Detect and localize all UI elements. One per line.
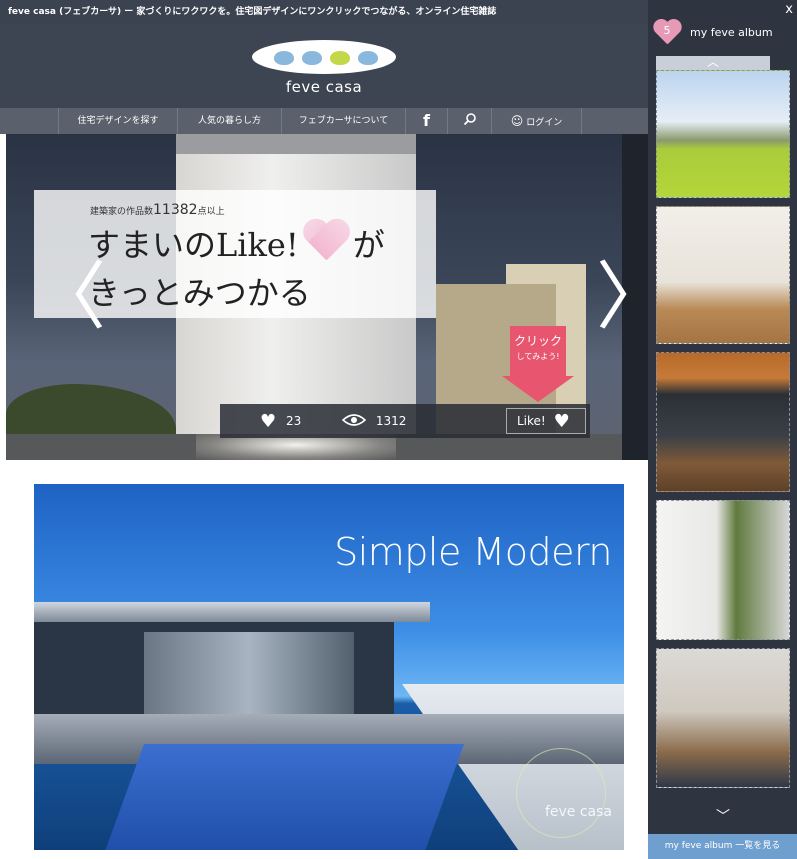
like-count: 23 xyxy=(285,414,302,428)
heart-icon: ♥ xyxy=(260,411,277,432)
logo-bean-3 xyxy=(330,51,350,65)
like-button[interactable]: Like! ♥ xyxy=(506,408,586,434)
facebook-icon[interactable]: f xyxy=(406,108,448,134)
hero-count: 11382 xyxy=(153,202,198,218)
main-column: feve casa (フェブカーサ) ー 家づくりにワクワクを。住宅図デザインに… xyxy=(0,0,648,859)
click-arrow xyxy=(502,376,574,402)
hero-headline-1: すまいのLike! が xyxy=(88,220,385,266)
thumb-house-field[interactable] xyxy=(656,70,790,198)
thumb-dining[interactable] xyxy=(656,648,790,788)
nav-login[interactable]: ☺ ログイン xyxy=(492,108,582,134)
scroll-up-icon[interactable]: ︿ xyxy=(656,56,770,70)
click-sub: してみよう! xyxy=(516,352,560,361)
hero-line1-a: すまいのLike! xyxy=(88,226,299,264)
click-label: クリック xyxy=(513,334,562,348)
like-count-group: ♥ 23 xyxy=(260,404,301,438)
view-count-group: 1312 xyxy=(341,404,407,438)
heart-icon xyxy=(301,220,351,262)
logo-bubble xyxy=(252,40,396,74)
watermark-circle xyxy=(516,748,606,838)
banner-title: Simple Modern xyxy=(334,530,612,574)
logo-bean-4 xyxy=(358,51,378,65)
album-title: my feve album xyxy=(690,26,773,39)
click-prompt[interactable]: クリック してみよう! xyxy=(502,326,574,406)
eye-icon xyxy=(341,414,367,426)
thumb-interior-wood[interactable] xyxy=(656,206,790,344)
hero-count-suffix: 点以上 xyxy=(197,207,225,217)
logo-text: feve casa xyxy=(285,78,363,96)
hero-slider: 建築家の作品数11382点以上 すまいのLike! が きっとみつかる 〈 〉 ク… xyxy=(6,134,648,460)
hero-line1-b: が xyxy=(352,226,385,264)
banner-glass xyxy=(144,632,354,714)
nav-search-design[interactable]: 住宅デザインを探す xyxy=(58,108,178,134)
thumb-stair-garden[interactable] xyxy=(656,500,790,640)
thumb-exterior-deck[interactable] xyxy=(656,352,790,492)
window-title: feve casa (フェブカーサ) ー 家づくりにワクワクを。住宅図デザインに… xyxy=(8,7,497,17)
site-logo[interactable]: feve casa xyxy=(244,36,404,98)
nav-about[interactable]: フェブカーサについて xyxy=(282,108,406,134)
simple-modern-banner[interactable]: Simple Modern feve casa xyxy=(34,484,624,850)
click-box: クリック してみよう! xyxy=(510,326,566,378)
close-icon[interactable]: x xyxy=(785,2,793,17)
hero-count-prefix: 建築家の作品数 xyxy=(90,207,154,217)
album-sidebar: x 5 my feve album ︿ ﹀ my feve album 一覧を見… xyxy=(648,0,797,859)
logo-bean-2 xyxy=(302,51,322,65)
album-footer-link[interactable]: my feve album 一覧を見る xyxy=(648,834,797,859)
nav-popular-lifestyle[interactable]: 人気の暮らし方 xyxy=(178,108,282,134)
main-nav: 住宅デザインを探す 人気の暮らし方 フェブカーサについて f ☺ ログイン xyxy=(0,108,648,134)
hero-headline-2: きっとみつかる xyxy=(88,274,311,312)
next-arrow-icon[interactable]: 〉 xyxy=(596,252,648,342)
login-label: ログイン xyxy=(526,118,563,128)
site-header: feve casa xyxy=(0,24,648,108)
page: feve casa (フェブカーサ) ー 家づくりにワクワクを。住宅図デザインに… xyxy=(0,0,797,859)
album-header[interactable]: 5 my feve album xyxy=(648,18,797,52)
banner-pool xyxy=(103,744,465,850)
window-title-bar: feve casa (フェブカーサ) ー 家づくりにワクワクを。住宅図デザインに… xyxy=(0,0,648,24)
view-count: 1312 xyxy=(375,414,407,428)
heart-icon: ♥ xyxy=(553,411,570,432)
banner-watermark: feve casa xyxy=(544,804,612,820)
album-count: 5 xyxy=(663,24,671,37)
hero-count-line: 建築家の作品数11382点以上 xyxy=(90,202,225,218)
prev-arrow-icon[interactable]: 〈 xyxy=(32,252,106,342)
smiley-icon: ☺ xyxy=(510,114,524,128)
search-icon[interactable] xyxy=(448,108,492,134)
banner-roof xyxy=(34,602,430,622)
like-button-label: Like! xyxy=(517,414,546,428)
logo-bean-1 xyxy=(274,51,294,65)
hero-stats-bar: ♥ 23 1312 Like! ♥ xyxy=(220,404,590,438)
scroll-down-icon[interactable]: ﹀ xyxy=(656,806,790,825)
